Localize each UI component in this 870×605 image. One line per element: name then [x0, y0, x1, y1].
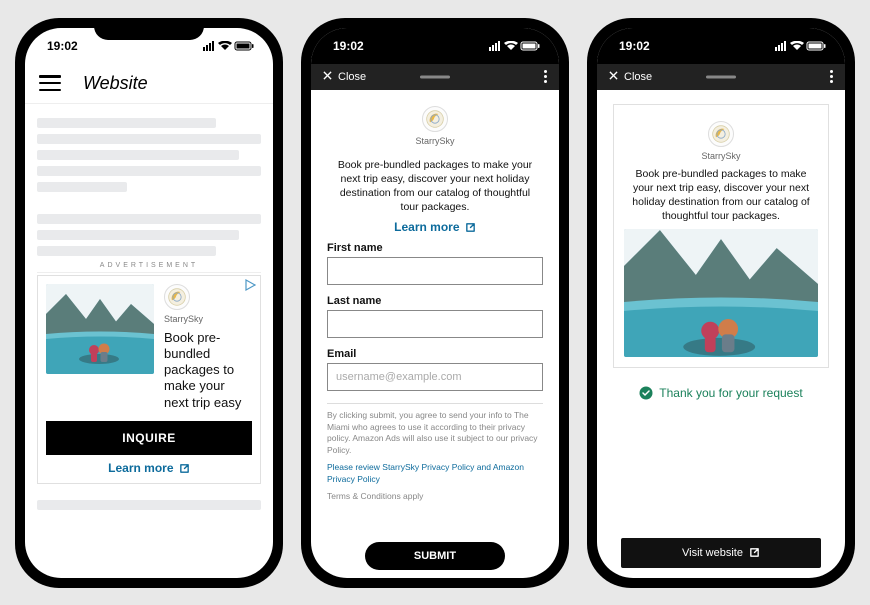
status-icons	[203, 41, 255, 51]
confirmation-body: StarrySky Book pre-bundled packages to m…	[597, 90, 845, 578]
modal-header: Close	[311, 64, 559, 90]
close-icon[interactable]	[609, 71, 618, 83]
modal-header: Close	[597, 64, 845, 90]
status-time: 19:02	[333, 39, 364, 53]
lead-form: StarrySky Book pre-bundled packages to m…	[311, 90, 559, 542]
status-icons	[775, 41, 827, 51]
learn-more-label: Learn more	[108, 461, 173, 475]
thank-you-text: Thank you for your request	[659, 386, 802, 400]
disclaimer-review: Please review StarrySky Privacy Policy a…	[327, 462, 543, 485]
confirmation-description: Book pre-bundled packages to make your n…	[624, 167, 818, 224]
skeleton-line	[37, 118, 216, 128]
status-icons	[489, 41, 541, 51]
external-link-icon	[749, 547, 760, 558]
kebab-menu-icon[interactable]	[830, 70, 833, 83]
legal-disclaimer: By clicking submit, you agree to send yo…	[327, 403, 543, 502]
phone-mockup-2: 19:02 Close StarrySky Book pre-bundled p…	[301, 18, 569, 588]
drag-handle[interactable]	[706, 75, 736, 78]
learn-more-label: Learn more	[394, 220, 459, 234]
submit-button[interactable]: SUBMIT	[365, 542, 505, 570]
ad-disclosure-label: ADVERTISEMENT	[37, 262, 261, 273]
adchoices-icon[interactable]	[244, 278, 256, 296]
phone-mockup-1: 19:02 Website ADVERTISEMENT	[15, 18, 283, 588]
phone-mockup-3: 19:02 Close StarrySky Book pre-bundled p…	[587, 18, 855, 588]
site-title: Website	[83, 73, 148, 94]
notch	[380, 18, 490, 40]
skeleton-line	[37, 214, 261, 224]
inquire-button[interactable]: INQUIRE	[46, 421, 252, 455]
email-label: Email	[327, 348, 543, 360]
status-time: 19:02	[47, 39, 78, 53]
first-name-input[interactable]	[327, 257, 543, 285]
skeleton-line	[37, 230, 239, 240]
notch	[666, 18, 776, 40]
brand-name: StarrySky	[415, 136, 454, 146]
page-body: ADVERTISEMENT StarrySky Book pre-bundled…	[25, 104, 273, 578]
ad-card: StarrySky Book pre-bundled packages to m…	[37, 275, 261, 484]
drag-handle[interactable]	[420, 75, 450, 78]
external-link-icon	[179, 463, 190, 474]
close-icon[interactable]	[323, 71, 332, 83]
disclaimer-consent: By clicking submit, you agree to send yo…	[327, 410, 543, 456]
brand-logo	[708, 121, 734, 147]
skeleton-line	[37, 134, 261, 144]
skeleton-line	[37, 182, 127, 192]
visit-website-label: Visit website	[682, 547, 743, 559]
ad-image	[46, 284, 154, 374]
site-header: Website	[25, 64, 273, 104]
ad-headline: Book pre-bundled packages to make your n…	[164, 330, 252, 411]
brand-logo	[164, 284, 190, 310]
external-link-icon	[465, 222, 476, 233]
last-name-input[interactable]	[327, 310, 543, 338]
kebab-menu-icon[interactable]	[544, 70, 547, 83]
last-name-label: Last name	[327, 295, 543, 307]
notch	[94, 18, 204, 40]
brand-privacy-link[interactable]: StarrySky Privacy Policy	[382, 462, 474, 472]
first-name-label: First name	[327, 242, 543, 254]
learn-more-link[interactable]: Learn more	[46, 461, 252, 475]
thank-you-message: Thank you for your request	[613, 386, 829, 400]
terms-note: Terms & Conditions apply	[327, 491, 543, 502]
skeleton-line	[37, 166, 261, 176]
skeleton-line	[37, 246, 216, 256]
learn-more-link[interactable]: Learn more	[327, 220, 543, 234]
brand-name: StarrySky	[701, 151, 740, 161]
visit-website-button[interactable]: Visit website	[621, 538, 821, 568]
form-description: Book pre-bundled packages to make your n…	[327, 158, 543, 215]
confirmation-card: StarrySky Book pre-bundled packages to m…	[613, 104, 829, 369]
skeleton-line	[37, 150, 239, 160]
confirmation-image	[624, 229, 818, 357]
skeleton-line	[37, 500, 261, 510]
email-input[interactable]	[327, 363, 543, 391]
checkmark-icon	[639, 386, 653, 400]
close-label[interactable]: Close	[338, 71, 366, 83]
close-label[interactable]: Close	[624, 71, 652, 83]
menu-icon[interactable]	[39, 75, 61, 91]
status-time: 19:02	[619, 39, 650, 53]
brand-logo	[422, 106, 448, 132]
brand-name: StarrySky	[164, 314, 252, 324]
